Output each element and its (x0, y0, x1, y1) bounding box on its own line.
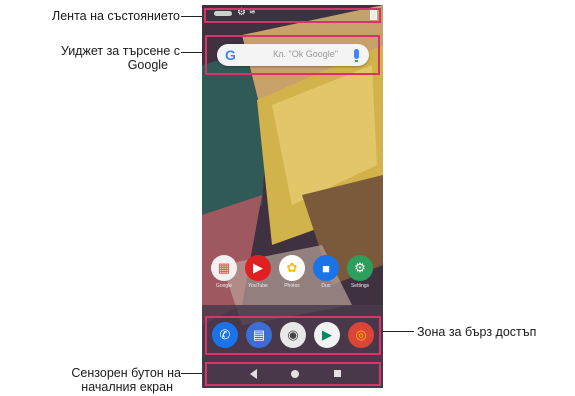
leader-line-quick-access (383, 331, 414, 332)
leader-line-google-widget (181, 52, 203, 53)
app-label: Google (215, 283, 233, 289)
app-label: Settings (350, 283, 370, 289)
quick-access-highlight (205, 316, 381, 355)
app-label: Duo (321, 283, 331, 289)
app-duo[interactable]: ■ Duo (309, 255, 343, 289)
app-settings[interactable]: ⚙ Settings (343, 255, 377, 289)
callout-quick-access: Зона за бърз достъп (417, 325, 537, 339)
settings-icon: ⚙ (347, 255, 373, 281)
status-bar-highlight (204, 8, 381, 23)
app-google[interactable]: ▦ Google (207, 255, 241, 289)
callout-status-bar: Лента на състоянието (52, 9, 180, 23)
app-youtube[interactable]: ▶ YouTube (241, 255, 275, 289)
leader-line-status-bar (181, 16, 203, 17)
photos-icon: ✿ (279, 255, 305, 281)
app-photos[interactable]: ✿ Photos (275, 255, 309, 289)
callout-home-button-line2: началния екран (81, 380, 173, 394)
google-folder-icon: ▦ (211, 255, 237, 281)
youtube-icon: ▶ (245, 255, 271, 281)
callout-google-widget-line1: Уиджет за търсене с (60, 44, 180, 58)
google-widget-highlight (205, 35, 380, 75)
duo-icon: ■ (313, 255, 339, 281)
leader-line-home-button (181, 373, 203, 374)
callout-google-widget-line2: Google (127, 58, 168, 72)
home-button-highlight (205, 362, 381, 386)
callout-home-button-line1: Сензорен бутон на (71, 366, 181, 380)
app-label: YouTube (248, 283, 268, 289)
phone-screen: ⚙ ≋ G Кл. "Ok Google" ▦ Google ▶ YouTube… (202, 5, 383, 388)
home-app-row: ▦ Google ▶ YouTube ✿ Photos ■ Duo ⚙ Sett… (206, 255, 379, 295)
app-label: Photos (284, 283, 300, 289)
